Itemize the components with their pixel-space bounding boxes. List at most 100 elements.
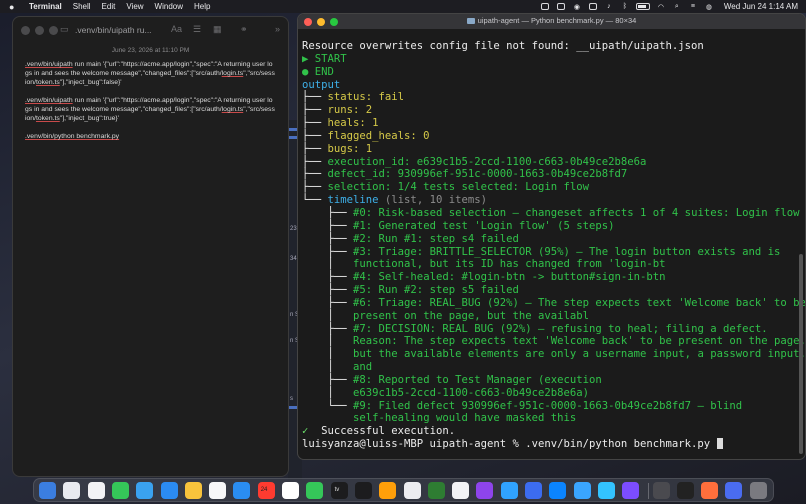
terminal-text: ├── <box>302 117 328 130</box>
checklist-icon[interactable]: ☰ <box>193 24 201 35</box>
terminal-line: ├── #5: Run #2: step s5 failed <box>302 284 795 297</box>
terminal-text: execution_id: e639c1b5-2ccd-1100-c663-0b… <box>327 155 647 168</box>
dock-app-icon[interactable] <box>209 482 227 499</box>
dock-app-icon[interactable] <box>500 482 518 499</box>
terminal-line: ├── #1: Generated test 'Login flow' (5 s… <box>302 220 795 233</box>
terminal-text: #4: Self-healed: #login-btn -> button#si… <box>353 271 666 284</box>
terminal-text: ✓ <box>302 425 315 438</box>
table-icon[interactable]: ▦ <box>213 24 222 35</box>
dock-app-icon[interactable] <box>39 482 56 499</box>
note-paragraph: .venv/bin/uipath run main '{"url":"https… <box>25 61 275 86</box>
dock-app-icon[interactable] <box>427 482 445 499</box>
dock-app-icon[interactable] <box>379 482 397 499</box>
terminal-line: ● END <box>302 66 795 79</box>
terminal-line: ├── runs: 2 <box>302 104 795 117</box>
dock-app-icon[interactable] <box>525 482 542 499</box>
menu-app-terminal[interactable]: Terminal <box>29 0 62 13</box>
dock-app-icon[interactable] <box>676 482 694 499</box>
terminal-text: Successful execution. <box>314 425 456 438</box>
minimize-button[interactable] <box>35 25 44 35</box>
dock-app-icon[interactable] <box>354 482 372 499</box>
dock-app-icon[interactable] <box>622 482 640 499</box>
dock-app-icon[interactable] <box>282 482 299 499</box>
terminal-titlebar: uipath-agent — Python benchmark.py — 80×… <box>298 14 805 29</box>
dock-app-icon[interactable] <box>573 482 591 499</box>
dock-app-icon[interactable] <box>749 482 767 499</box>
terminal-line: Resource overwrites config file not foun… <box>302 40 795 53</box>
dock-app-icon[interactable] <box>63 482 81 499</box>
menu-clock[interactable]: Wed Jun 24 1:14 AM <box>724 2 798 11</box>
control-center-icon[interactable]: ≡ <box>688 3 698 11</box>
dock-app-icon[interactable] <box>701 482 719 499</box>
terminal-text: #7: DECISION: REAL BUG (92%) — refusing … <box>353 322 768 335</box>
dock-separator <box>647 483 649 499</box>
terminal-text: defect_id: 930996ef-951c-0000-1663-0b49c… <box>327 168 628 181</box>
note-body[interactable]: .venv/bin/uipath run main '{"url":"https… <box>13 54 288 141</box>
dock-app-icon[interactable] <box>549 482 567 499</box>
bg-text: s <box>290 396 293 402</box>
terminal-line: │ and <box>302 361 795 374</box>
dock-app-icon[interactable] <box>136 482 154 499</box>
terminal-text: flagged_heals: 0 <box>327 129 430 142</box>
terminal-text: ├── <box>302 181 328 194</box>
status-icon-2[interactable] <box>556 3 566 11</box>
music-icon[interactable]: ♪ <box>604 3 614 11</box>
dock: 24 tv <box>33 478 774 502</box>
terminal-text: but the available elements are only a us… <box>353 348 806 361</box>
terminal-line: ├── #7: DECISION: REAL BUG (92%) — refus… <box>302 323 795 336</box>
dock-app-icon[interactable] <box>233 482 251 499</box>
dock-app-icon[interactable] <box>452 482 470 499</box>
terminal-line: ├── execution_id: e639c1b5-2ccd-1100-c66… <box>302 156 795 169</box>
menu-view[interactable]: View <box>126 0 143 13</box>
terminal-text: ├── <box>302 155 328 168</box>
battery-icon[interactable] <box>635 3 650 10</box>
terminal-line: └── #9: Filed defect 930996ef-951c-0000-… <box>302 400 795 413</box>
terminal-text: │ <box>302 309 354 322</box>
dock-app-icon[interactable] <box>652 482 670 499</box>
terminal-line: self-healing would have masked this <box>302 412 795 425</box>
dock-app-icon[interactable] <box>87 482 105 499</box>
notes-window: ▭ .venv/bin/uipath ru... Aa ☰ ▦ ⚭ » June… <box>12 16 289 477</box>
menu-help[interactable]: Help <box>194 0 210 13</box>
terminal-line: ├── #3: Triage: BRITTLE_SELECTOR (95%) —… <box>302 246 795 259</box>
terminal-window: uipath-agent — Python benchmark.py — 80×… <box>297 13 806 460</box>
search-icon[interactable]: ⌕ <box>672 3 682 11</box>
more-icon[interactable]: » <box>275 24 280 34</box>
display-icon[interactable] <box>588 3 598 11</box>
share-icon[interactable]: ⚭ <box>240 24 248 35</box>
dock-app-icon[interactable] <box>184 482 202 499</box>
menu-edit[interactable]: Edit <box>102 0 116 13</box>
dock-app-icon[interactable] <box>725 482 743 499</box>
menu-window[interactable]: Window <box>155 0 183 13</box>
format-icon[interactable]: Aa <box>171 24 182 34</box>
terminal-text: present on the page, but the availabl <box>353 309 590 322</box>
terminal-text: ├── <box>302 322 354 335</box>
dock-app-icon[interactable] <box>160 482 178 499</box>
terminal-text: Reason: The step expects text 'Welcome b… <box>353 335 806 348</box>
close-button[interactable] <box>21 25 30 35</box>
terminal-text: ├── <box>302 284 354 297</box>
note-paragraph: .venv/bin/python benchmark.py <box>25 133 120 140</box>
notes-titlebar: ▭ .venv/bin/uipath ru... Aa ☰ ▦ ⚭ » <box>13 17 288 43</box>
sidebar-icon[interactable]: ▭ <box>60 24 69 35</box>
status-icon-1[interactable] <box>540 3 550 11</box>
terminal-output[interactable]: Resource overwrites config file not foun… <box>302 40 806 451</box>
siri-icon[interactable]: ◍ <box>704 3 714 11</box>
terminal-line: ├── #0: Risk-based selection — changeset… <box>302 207 800 220</box>
bluetooth-icon[interactable]: ᛒ <box>620 3 630 11</box>
terminal-text: ├── <box>302 104 328 117</box>
menu-shell[interactable]: Shell <box>73 0 91 13</box>
dock-app-icon[interactable] <box>476 482 494 499</box>
dock-app-icon[interactable] <box>111 482 129 499</box>
wifi-icon[interactable]: ◠ <box>656 3 666 11</box>
dock-app-icon[interactable] <box>597 482 615 499</box>
terminal-cursor <box>716 438 723 450</box>
terminal-scrollbar[interactable] <box>799 254 803 454</box>
zoom-button[interactable] <box>49 25 58 35</box>
terminal-text: #1: Generated test 'Login flow' (5 steps… <box>353 219 615 232</box>
record-icon[interactable]: ◉ <box>572 3 582 11</box>
apple-menu-icon[interactable]: ● <box>9 2 21 12</box>
terminal-line: │ but the available elements are only a … <box>302 348 806 361</box>
dock-app-icon[interactable] <box>306 482 324 499</box>
dock-app-icon[interactable] <box>403 482 421 499</box>
